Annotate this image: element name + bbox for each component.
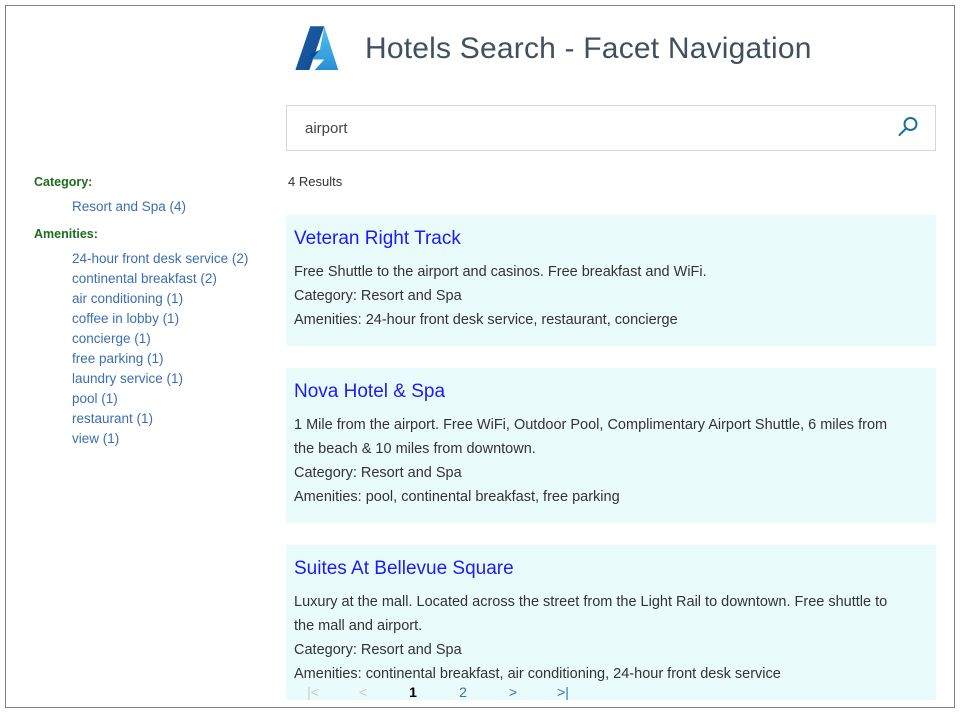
facet-item[interactable]: concierge (1): [72, 329, 274, 349]
pagination-prev[interactable]: <: [338, 684, 388, 700]
facet-item[interactable]: air conditioning (1): [72, 289, 274, 309]
results-list: Veteran Right Track Free Shuttle to the …: [286, 215, 936, 722]
result-card[interactable]: Suites At Bellevue Square Luxury at the …: [286, 545, 936, 700]
search-input[interactable]: [287, 106, 881, 150]
result-category: Category: Resort and Spa: [294, 284, 928, 308]
facet-item[interactable]: Resort and Spa (4): [72, 197, 274, 217]
facet-item[interactable]: pool (1): [72, 389, 274, 409]
facet-header-category: Category:: [34, 174, 274, 190]
result-description: Luxury at the mall. Located across the s…: [294, 590, 906, 638]
result-category: Category: Resort and Spa: [294, 638, 928, 662]
result-card[interactable]: Veteran Right Track Free Shuttle to the …: [286, 215, 936, 346]
result-amenities: Amenities: 24-hour front desk service, r…: [294, 308, 928, 332]
facet-item[interactable]: coffee in lobby (1): [72, 309, 274, 329]
facet-header-amenities: Amenities:: [34, 226, 274, 242]
result-description: 1 Mile from the airport. Free WiFi, Outd…: [294, 413, 906, 461]
facet-list-amenities: 24-hour front desk service (2) continent…: [34, 249, 274, 449]
result-category: Category: Resort and Spa: [294, 461, 928, 485]
result-card[interactable]: Nova Hotel & Spa 1 Mile from the airport…: [286, 368, 936, 523]
result-amenities: Amenities: continental breakfast, air co…: [294, 662, 928, 686]
search-bar: [286, 105, 936, 151]
facet-group-category: Category: Resort and Spa (4): [34, 174, 274, 217]
facet-item[interactable]: free parking (1): [72, 349, 274, 369]
facet-item[interactable]: continental breakfast (2): [72, 269, 274, 289]
pagination: |< < 1 2 > >|: [288, 684, 588, 700]
search-button[interactable]: [881, 106, 935, 150]
pagination-page-2[interactable]: 2: [438, 684, 488, 700]
results-count: 4 Results: [288, 174, 342, 189]
app-header: Hotels Search - Facet Navigation: [291, 11, 812, 87]
search-icon: [896, 115, 920, 142]
azure-logo-icon: [291, 21, 347, 77]
facet-list-category: Resort and Spa (4): [34, 197, 274, 217]
pagination-first[interactable]: |<: [288, 684, 338, 700]
pagination-page-1[interactable]: 1: [388, 684, 438, 700]
page-frame: Hotels Search - Facet Navigation Categor…: [5, 5, 955, 708]
result-title-link[interactable]: Nova Hotel & Spa: [294, 380, 445, 404]
pagination-next[interactable]: >: [488, 684, 538, 700]
facet-navigation: Category: Resort and Spa (4) Amenities: …: [34, 174, 274, 458]
facet-item[interactable]: view (1): [72, 429, 274, 449]
facet-item[interactable]: restaurant (1): [72, 409, 274, 429]
result-description: Free Shuttle to the airport and casinos.…: [294, 260, 906, 284]
result-amenities: Amenities: pool, continental breakfast, …: [294, 485, 928, 509]
facet-item[interactable]: 24-hour front desk service (2): [72, 249, 274, 269]
pagination-last[interactable]: >|: [538, 684, 588, 700]
facet-item[interactable]: laundry service (1): [72, 369, 274, 389]
result-title-link[interactable]: Veteran Right Track: [294, 227, 461, 251]
result-title-link[interactable]: Suites At Bellevue Square: [294, 557, 514, 581]
facet-group-amenities: Amenities: 24-hour front desk service (2…: [34, 226, 274, 449]
page-title: Hotels Search - Facet Navigation: [365, 32, 812, 66]
